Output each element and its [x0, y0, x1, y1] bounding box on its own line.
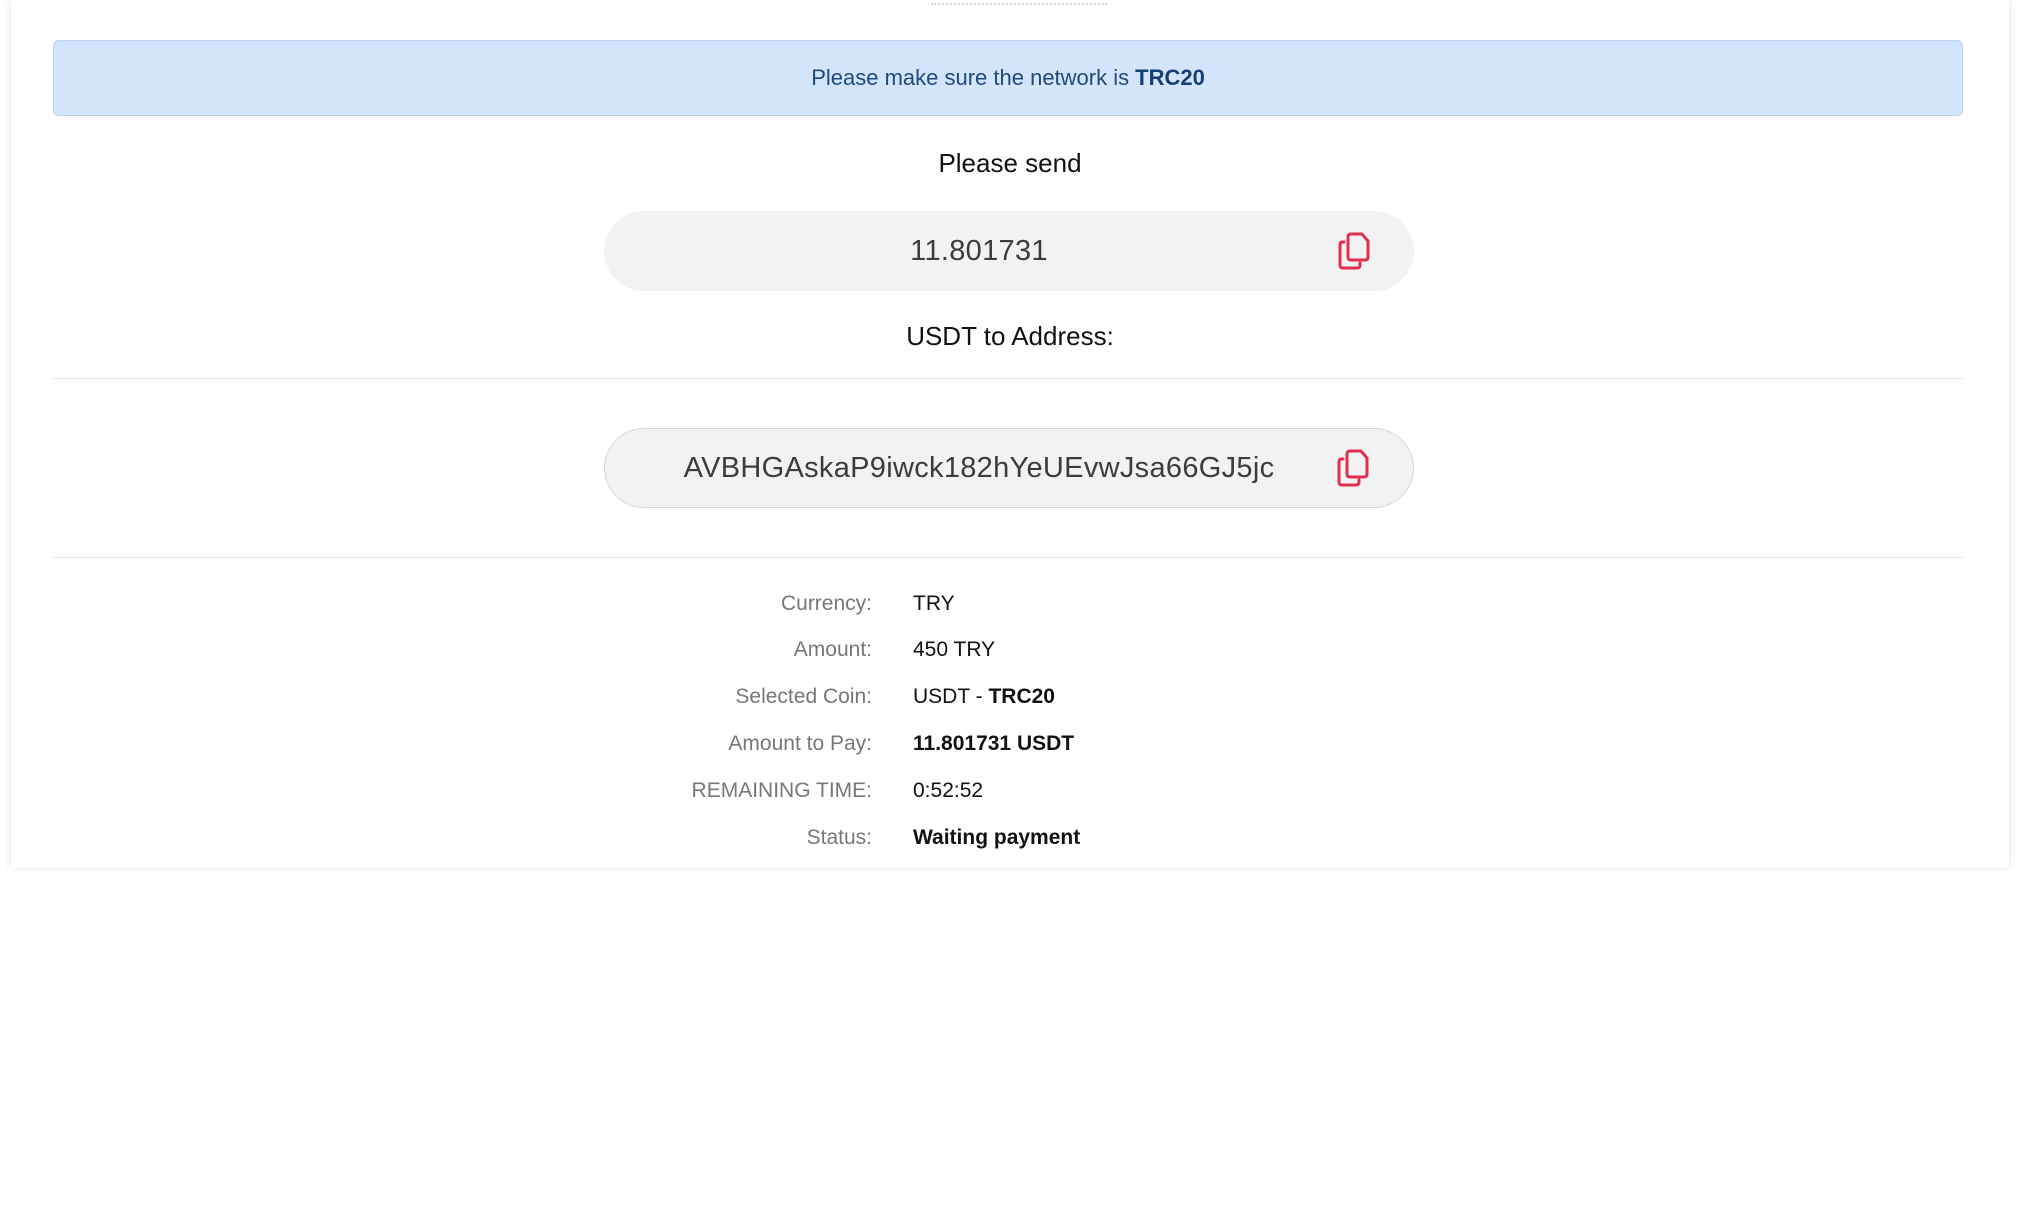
amount-label: Amount:: [793, 638, 872, 661]
amount-pill: 11.801731: [604, 211, 1414, 291]
copy-address-button[interactable]: [1313, 428, 1393, 508]
copy-icon: [1337, 449, 1369, 487]
divider-bottom: [53, 557, 1963, 558]
detail-row-status: Status: Waiting payment: [11, 826, 2009, 856]
status-badge: Waiting payment: [913, 826, 1081, 849]
pay-value: 11.801731 USDT: [913, 732, 1075, 755]
network-alert-text: Please make sure the network is: [811, 65, 1130, 90]
coin-label: Selected Coin:: [735, 685, 872, 708]
payment-page: Please make sure the network is TRC20 Pl…: [0, 0, 2024, 1232]
top-divider-stub: [931, 0, 1107, 5]
send-address[interactable]: AVBHGAskaP9iwck182hYeUEvwJsa66GJ5jc: [605, 452, 1313, 485]
amount-value: 450 TRY: [913, 638, 996, 661]
detail-row-coin: Selected Coin: USDT - TRC20: [11, 685, 2009, 715]
copy-icon: [1338, 232, 1370, 270]
payment-card: Please make sure the network is TRC20 Pl…: [11, 0, 2009, 868]
status-label: Status:: [806, 826, 872, 849]
address-pill: AVBHGAskaP9iwck182hYeUEvwJsa66GJ5jc: [604, 428, 1414, 508]
remaining-time-value: 0:52:52: [913, 779, 984, 802]
detail-row-pay: Amount to Pay: 11.801731 USDT: [11, 732, 2009, 762]
copy-amount-button[interactable]: [1314, 211, 1394, 291]
detail-row-amount: Amount: 450 TRY: [11, 638, 2009, 668]
send-amount[interactable]: 11.801731: [604, 235, 1314, 268]
detail-row-currency: Currency: TRY: [11, 592, 2009, 622]
remaining-time-label: REMAINING TIME:: [691, 779, 872, 802]
detail-row-time: REMAINING TIME: 0:52:52: [11, 779, 2009, 809]
coin-name: USDT -: [913, 685, 989, 708]
divider-top: [53, 378, 1963, 379]
address-label: USDT to Address:: [906, 321, 1114, 351]
coin-network: TRC20: [988, 685, 1055, 708]
coin-value: USDT - TRC20: [913, 685, 1055, 709]
currency-value: TRY: [913, 592, 955, 615]
network-alert-network: TRC20: [1135, 65, 1205, 90]
pay-label: Amount to Pay:: [728, 732, 872, 755]
send-prompt: Please send: [938, 148, 1082, 178]
currency-label: Currency:: [780, 592, 872, 615]
network-alert: Please make sure the network is TRC20: [53, 40, 1963, 116]
